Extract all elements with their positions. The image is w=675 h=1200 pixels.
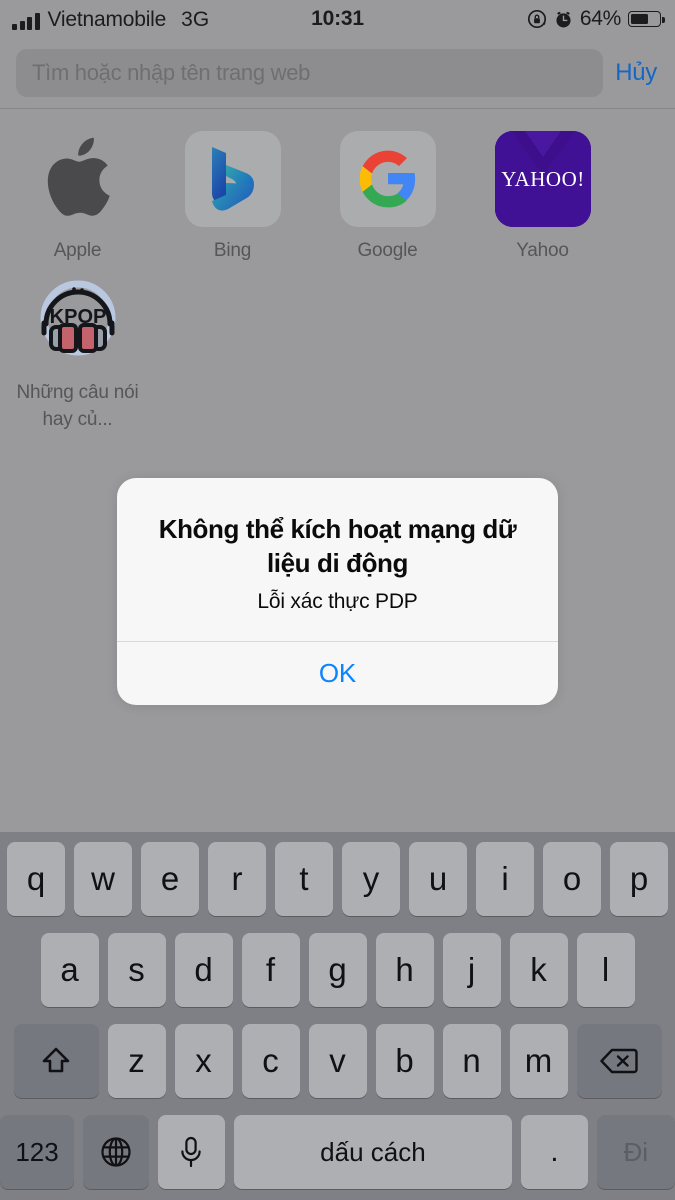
shift-key[interactable] xyxy=(13,1024,99,1098)
key-r[interactable]: r xyxy=(208,842,266,916)
key-m[interactable]: m xyxy=(509,1024,568,1098)
svg-text:KPOP: KPOP xyxy=(49,306,106,328)
key-b[interactable]: b xyxy=(375,1024,434,1098)
favorite-label: Những câu nói hay củ... xyxy=(16,382,139,430)
period-key[interactable]: . xyxy=(521,1115,588,1189)
onscreen-keyboard: q w e r t y u i o p a s d f g h j k l z … xyxy=(0,832,675,1200)
carrier-name: Vietnamobile xyxy=(47,7,167,31)
globe-key[interactable] xyxy=(83,1115,150,1189)
battery-percent-label: 64% xyxy=(579,7,621,30)
key-p[interactable]: p xyxy=(610,842,668,916)
key-q[interactable]: q xyxy=(7,842,65,916)
favorites-row-2: KPOP Những câu nói hay củ... xyxy=(0,263,675,433)
key-j[interactable]: j xyxy=(442,933,501,1007)
favorite-label: Yahoo xyxy=(516,240,569,261)
favorites-grid: Apple Bing Google YAHOO! Yahoo KPOP Nhữn… xyxy=(0,109,675,433)
iphone-screen: Vietnamobile 3G 10:31 64% Tìm hoặc nhập … xyxy=(0,0,675,1200)
alert-message: Lỗi xác thực PDP xyxy=(257,590,418,613)
numbers-key[interactable]: 123 xyxy=(0,1115,75,1189)
key-e[interactable]: e xyxy=(141,842,199,916)
favorite-google[interactable]: Google xyxy=(310,123,465,263)
key-o[interactable]: o xyxy=(543,842,601,916)
status-bar-right: 64% xyxy=(527,7,665,31)
key-g[interactable]: g xyxy=(308,933,367,1007)
apple-logo-icon xyxy=(30,131,126,227)
rotation-lock-icon xyxy=(527,9,547,29)
key-t[interactable]: t xyxy=(275,842,333,916)
google-logo-icon xyxy=(339,131,436,227)
keyboard-row-2: a s d f g h j k l xyxy=(0,933,675,1007)
keyboard-row-4: 123 dấu cách . Đi xyxy=(0,1115,675,1189)
favorite-kpop-bookmark[interactable]: KPOP Những câu nói hay củ... xyxy=(0,263,155,433)
key-d[interactable]: d xyxy=(174,933,233,1007)
go-key[interactable]: Đi xyxy=(596,1115,675,1189)
battery-icon xyxy=(628,11,665,27)
key-n[interactable]: n xyxy=(442,1024,501,1098)
network-type: 3G xyxy=(181,7,210,31)
favorite-apple[interactable]: Apple xyxy=(0,123,155,263)
search-placeholder: Tìm hoặc nhập tên trang web xyxy=(32,60,311,85)
key-k[interactable]: k xyxy=(509,933,568,1007)
favorite-label: Bing xyxy=(213,240,252,261)
dictation-key[interactable] xyxy=(158,1115,225,1189)
key-w[interactable]: w xyxy=(74,842,132,916)
signal-bars-icon xyxy=(12,12,40,30)
backspace-icon xyxy=(599,1046,639,1076)
key-s[interactable]: s xyxy=(107,933,166,1007)
status-bar: Vietnamobile 3G 10:31 64% xyxy=(0,0,675,38)
favorite-label: Google xyxy=(357,240,418,261)
microphone-icon xyxy=(178,1135,204,1169)
favorites-row-1: Apple Bing Google YAHOO! Yahoo xyxy=(0,123,675,263)
key-l[interactable]: l xyxy=(576,933,635,1007)
alert-content: Không thể kích hoạt mạng dữ liệu di động… xyxy=(117,478,558,641)
key-c[interactable]: c xyxy=(241,1024,300,1098)
key-h[interactable]: h xyxy=(375,933,434,1007)
search-input[interactable]: Tìm hoặc nhập tên trang web xyxy=(16,49,604,97)
alarm-clock-icon xyxy=(554,10,573,29)
browser-toolbar: Tìm hoặc nhập tên trang web Hủy xyxy=(0,38,675,108)
favorite-label: Apple xyxy=(53,240,102,261)
cellular-data-alert: Không thể kích hoạt mạng dữ liệu di động… xyxy=(117,478,558,705)
status-bar-left: Vietnamobile 3G xyxy=(12,9,209,30)
key-i[interactable]: i xyxy=(476,842,534,916)
yahoo-logo-icon: YAHOO! xyxy=(494,131,591,227)
globe-icon xyxy=(99,1135,133,1169)
key-x[interactable]: x xyxy=(174,1024,233,1098)
backspace-key[interactable] xyxy=(576,1024,662,1098)
favorite-yahoo[interactable]: YAHOO! Yahoo xyxy=(465,123,620,263)
alert-ok-button[interactable]: OK xyxy=(117,642,558,705)
keyboard-row-3: z x c v b n m xyxy=(0,1024,675,1098)
cancel-button[interactable]: Hủy xyxy=(613,59,659,87)
favorite-bing[interactable]: Bing xyxy=(155,123,310,263)
keyboard-row-1: q w e r t y u i o p xyxy=(0,842,675,916)
key-z[interactable]: z xyxy=(107,1024,166,1098)
safari-start-page: Vietnamobile 3G 10:31 64% Tìm hoặc nhập … xyxy=(0,0,675,832)
key-y[interactable]: y xyxy=(342,842,400,916)
key-u[interactable]: u xyxy=(409,842,467,916)
key-f[interactable]: f xyxy=(241,933,300,1007)
key-v[interactable]: v xyxy=(308,1024,367,1098)
shift-icon xyxy=(39,1044,73,1078)
alert-title: Không thể kích hoạt mạng dữ liệu di động xyxy=(158,514,517,578)
bing-logo-icon xyxy=(184,131,281,227)
svg-text:YAHOO!: YAHOO! xyxy=(501,167,585,191)
space-key[interactable]: dấu cách xyxy=(233,1115,513,1189)
kpop-headphones-icon: KPOP xyxy=(30,271,126,367)
key-a[interactable]: a xyxy=(40,933,99,1007)
